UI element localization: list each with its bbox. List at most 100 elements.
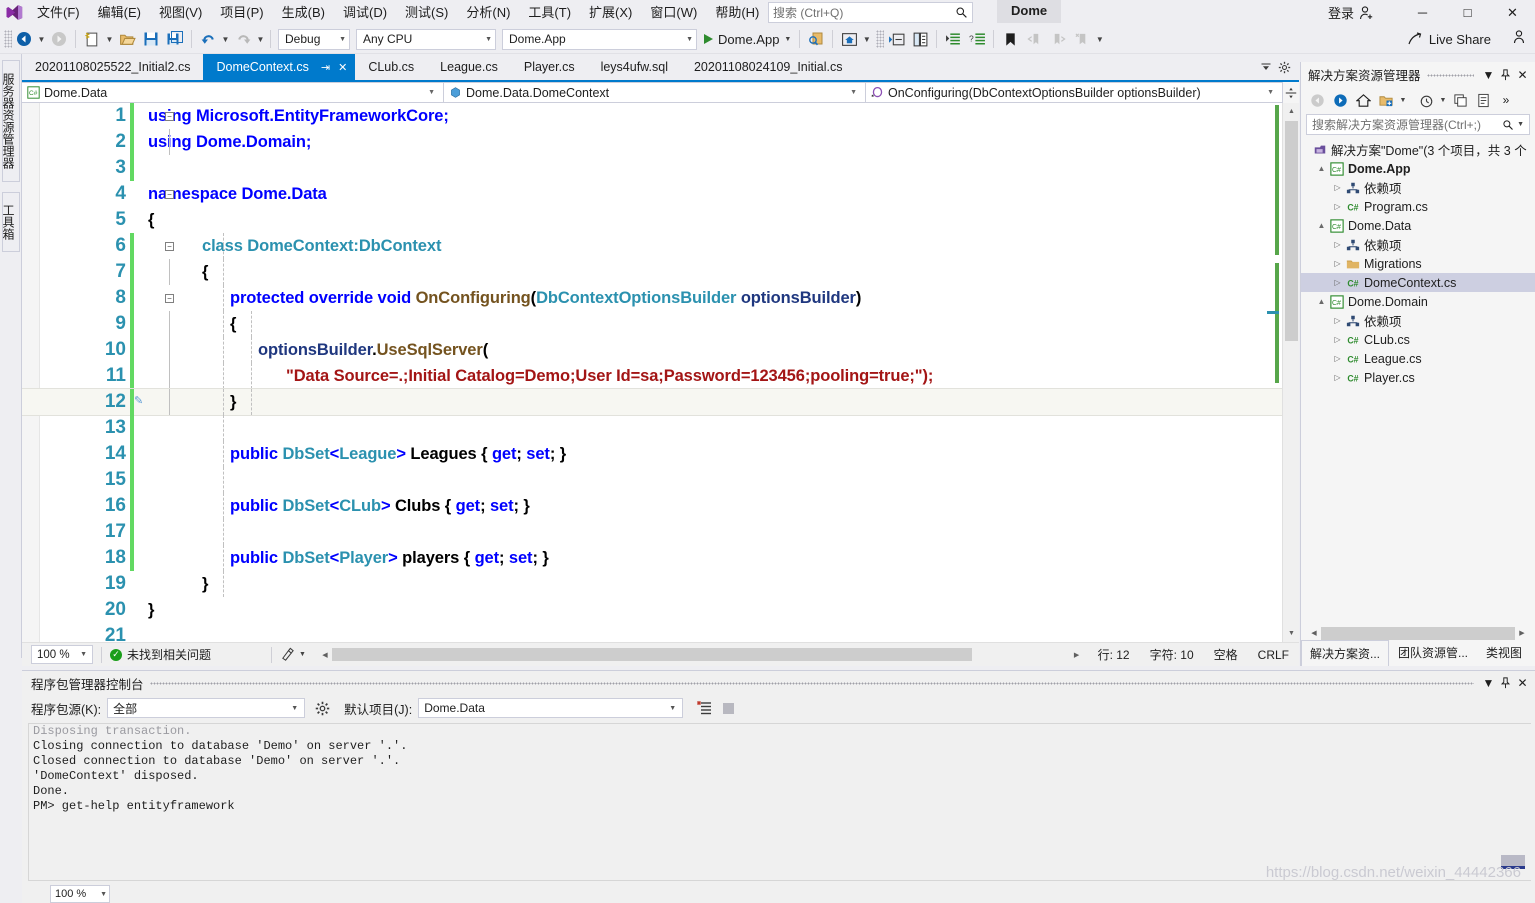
code-cleanup-icon[interactable] bbox=[280, 647, 295, 662]
tree-item-dome-data[interactable]: ▲ C# Dome.Data bbox=[1301, 216, 1535, 235]
code-row-2[interactable]: 2 using Dome.Domain; bbox=[22, 129, 1299, 155]
home-icon[interactable] bbox=[1352, 89, 1374, 111]
menu-window[interactable]: 窗口(W) bbox=[641, 1, 706, 24]
new-project-icon[interactable] bbox=[80, 27, 104, 51]
code-editor-surface[interactable]: 1 − using Microsoft.EntityFrameworkCore;… bbox=[22, 103, 1299, 642]
solution-platform-combo[interactable]: Any CPU ▼ bbox=[356, 28, 496, 50]
package-settings-gear-icon[interactable] bbox=[315, 701, 330, 716]
chevron-right-icon-8[interactable]: ▷ bbox=[1331, 354, 1344, 363]
chevron-right-icon-2[interactable]: ▷ bbox=[1331, 202, 1344, 211]
menu-build[interactable]: 生成(B) bbox=[273, 1, 334, 24]
pending-changes-dropdown-icon[interactable]: ▼ bbox=[1438, 97, 1448, 104]
tree-item-dome-domain[interactable]: ▲ C# Dome.Domain bbox=[1301, 292, 1535, 311]
undo-dropdown-icon[interactable]: ▼ bbox=[220, 27, 231, 51]
se-hscroll-right-icon[interactable]: ▶ bbox=[1515, 629, 1529, 637]
menu-analyze[interactable]: 分析(N) bbox=[457, 1, 519, 24]
decrease-indent-icon[interactable]: ? bbox=[965, 27, 989, 51]
solution-explorer-home-icon[interactable] bbox=[837, 27, 861, 51]
code-row-20[interactable]: 20 } bbox=[22, 597, 1299, 623]
toggle-outlining-icon[interactable] bbox=[884, 27, 908, 51]
document-tab-league[interactable]: League.cs bbox=[427, 54, 511, 80]
toolbox-tab[interactable]: 工具箱 bbox=[1, 192, 20, 252]
tree-item-league-cs[interactable]: ▷ C# League.cs bbox=[1301, 349, 1535, 368]
se-hscroll-left-icon[interactable]: ◀ bbox=[1307, 629, 1321, 637]
find-in-files-icon[interactable] bbox=[804, 27, 828, 51]
search-options-dropdown-icon[interactable]: ▼ bbox=[1514, 121, 1527, 128]
tree-item-dome-domain-dependencies[interactable]: ▷ 依赖项 bbox=[1301, 311, 1535, 330]
undo-icon[interactable] bbox=[196, 27, 220, 51]
editor-vertical-scrollbar[interactable]: ▲ ▼ bbox=[1282, 103, 1299, 642]
code-row-16[interactable]: 16 public DbSet<CLub> Clubs { get; set; … bbox=[22, 493, 1299, 519]
redo-dropdown-icon[interactable]: ▼ bbox=[255, 27, 266, 51]
hscroll-left-arrow-icon[interactable]: ◀ bbox=[318, 651, 332, 659]
next-bookmark-icon[interactable] bbox=[1046, 27, 1070, 51]
horizontal-scroll-thumb[interactable] bbox=[331, 648, 972, 661]
document-tab-club[interactable]: CLub.cs bbox=[355, 54, 427, 80]
code-row-8[interactable]: 8 − protected override void OnConfigurin… bbox=[22, 285, 1299, 311]
chevron-right-icon-4[interactable]: ▷ bbox=[1331, 259, 1344, 268]
chevron-right-icon-3[interactable]: ▷ bbox=[1331, 240, 1344, 249]
editor-zoom-combo[interactable]: 100 % ▼ bbox=[31, 645, 93, 664]
menu-project[interactable]: 项目(P) bbox=[211, 1, 272, 24]
startup-project-combo[interactable]: Dome.App ▼ bbox=[502, 28, 697, 50]
default-project-combo[interactable]: Dome.Data ▼ bbox=[418, 698, 684, 718]
tree-item-program-cs[interactable]: ▷ C# Program.cs bbox=[1301, 197, 1535, 216]
open-file-icon[interactable] bbox=[115, 27, 139, 51]
menu-debug[interactable]: 调试(D) bbox=[334, 1, 396, 24]
code-row-6[interactable]: 6 − class DomeContext:DbContext bbox=[22, 233, 1299, 259]
forward-icon[interactable] bbox=[1329, 89, 1351, 111]
chevron-right-icon-9[interactable]: ▷ bbox=[1331, 373, 1344, 382]
pmc-menu-icon[interactable]: ▼ bbox=[1480, 673, 1497, 693]
menu-tools[interactable]: 工具(T) bbox=[519, 1, 580, 24]
previous-bookmark-icon[interactable] bbox=[1022, 27, 1046, 51]
tree-item-player-cs[interactable]: ▷ C# Player.cs bbox=[1301, 368, 1535, 387]
code-row-12[interactable]: 12 ✎ } bbox=[22, 388, 1299, 416]
solution-explorer-dropdown-icon[interactable]: ▼ bbox=[861, 27, 872, 51]
hscroll-right-arrow-icon[interactable]: ▶ bbox=[1070, 651, 1084, 659]
code-row-9[interactable]: 9 { bbox=[22, 311, 1299, 337]
solution-explorer-search-input[interactable]: 搜索解决方案资源管理器(Ctrl+;) ▼ bbox=[1306, 114, 1530, 135]
toolbar-overflow-icon-se[interactable]: » bbox=[1495, 89, 1517, 111]
tab-class-view[interactable]: 类视图 bbox=[1477, 639, 1531, 666]
console-output[interactable]: Disposing transaction. Closing connectio… bbox=[28, 723, 1531, 881]
tab-settings-gear-icon[interactable] bbox=[1278, 61, 1291, 74]
document-tab-initial2[interactable]: 20201108025522_Initial2.cs bbox=[22, 54, 203, 80]
panel-menu-icon[interactable]: ▼ bbox=[1480, 65, 1497, 85]
clear-console-icon[interactable] bbox=[697, 700, 713, 716]
chevron-right-icon-6[interactable]: ▷ bbox=[1331, 316, 1344, 325]
vertical-scroll-thumb[interactable] bbox=[1285, 121, 1298, 341]
comment-selection-icon[interactable] bbox=[908, 27, 932, 51]
chevron-expanded-icon-3[interactable]: ▲ bbox=[1315, 297, 1328, 306]
tree-item-dome-data-dependencies[interactable]: ▷ 依赖项 bbox=[1301, 235, 1535, 254]
server-explorer-tab[interactable]: 服务器资源管理器 bbox=[1, 60, 20, 182]
code-row-5[interactable]: 5 { bbox=[22, 207, 1299, 233]
tree-item-migrations[interactable]: ▷ Migrations bbox=[1301, 254, 1535, 273]
tab-solution-explorer[interactable]: 解决方案资... bbox=[1301, 640, 1390, 666]
back-icon[interactable] bbox=[1306, 89, 1328, 111]
menu-extensions[interactable]: 扩展(X) bbox=[580, 1, 641, 24]
solution-configuration-combo[interactable]: Debug ▼ bbox=[278, 28, 350, 50]
console-zoom-combo[interactable]: 100 % ▼ bbox=[50, 885, 110, 903]
menu-help[interactable]: 帮助(H) bbox=[706, 1, 768, 24]
navbar-type-combo[interactable]: Dome.Data.DomeContext ▼ bbox=[444, 82, 866, 103]
pin-icon[interactable]: ⇥ bbox=[321, 61, 330, 74]
start-debugging-button[interactable]: Dome.App ▼ bbox=[700, 27, 795, 51]
navigate-forward-icon[interactable] bbox=[47, 27, 71, 51]
pmc-drag-handle[interactable] bbox=[149, 676, 1474, 690]
new-project-dropdown-icon[interactable]: ▼ bbox=[104, 27, 115, 51]
navbar-member-combo[interactable]: OnConfiguring(DbContextOptionsBuilder op… bbox=[866, 82, 1283, 103]
show-all-files-icon[interactable] bbox=[1375, 89, 1397, 111]
collapse-all-icon[interactable] bbox=[1449, 89, 1471, 111]
chevron-right-icon-5[interactable]: ▷ bbox=[1331, 278, 1344, 287]
navigate-backward-dropdown-icon[interactable]: ▼ bbox=[36, 27, 47, 51]
panel-drag-handle[interactable] bbox=[1426, 67, 1474, 82]
menu-edit[interactable]: 编辑(E) bbox=[89, 1, 150, 24]
navbar-project-combo[interactable]: C# Dome.Data ▼ bbox=[22, 82, 444, 103]
toolbar-overflow-icon[interactable]: ▼ bbox=[1094, 27, 1105, 51]
code-row-11[interactable]: 11 "Data Source=.;Initial Catalog=Demo;U… bbox=[22, 363, 1299, 389]
show-all-files-dropdown-icon[interactable]: ▼ bbox=[1398, 97, 1408, 104]
increase-indent-icon[interactable] bbox=[941, 27, 965, 51]
document-tab-sql[interactable]: leys4ufw.sql bbox=[588, 54, 681, 80]
package-source-combo[interactable]: 全部 ▼ bbox=[107, 698, 306, 718]
document-tab-domecontext[interactable]: DomeContext.cs ⇥ ✕ bbox=[203, 54, 356, 80]
